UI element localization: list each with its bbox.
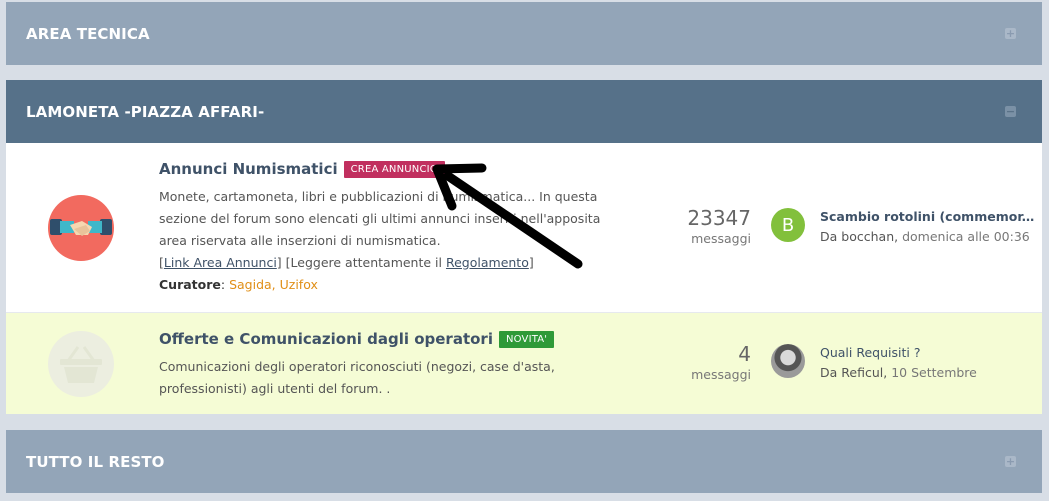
category-area-tecnica[interactable]: AREA TECNICA + [6, 2, 1042, 65]
handshake-icon [48, 195, 114, 261]
last-post-title-link[interactable]: Scambio rotolini (commemor... [820, 208, 1035, 226]
post-count-label: messaggi [691, 367, 751, 382]
post-stats: 4 messaggi [661, 342, 751, 384]
description-line: Monete, cartamoneta, libri e pubblicazio… [159, 189, 598, 204]
avatar[interactable] [771, 344, 805, 378]
novita-badge: NOVITA' [498, 330, 555, 348]
forum-title-link[interactable]: Annunci Numismatici [159, 160, 338, 178]
moderator-links[interactable]: Sagida, Uzifox [229, 277, 318, 292]
last-post-meta: Da bocchan, domenica alle 00:36 [820, 226, 1035, 248]
last-post-author-link[interactable]: bocchan, [841, 229, 898, 244]
forum-row-annunci-numismatici: Annunci Numismatici CREA ANNUNCIO Monete… [6, 143, 1042, 313]
last-post-meta: Da Reficul, 10 Settembre [820, 362, 1035, 384]
post-count: 4 [738, 342, 751, 366]
post-count-label: messaggi [691, 231, 751, 246]
forum-title-link[interactable]: Offerte e Comunicazioni dagli operatori [159, 330, 493, 348]
description-line: professionisti) agli utenti del forum. . [159, 381, 391, 396]
category-title[interactable]: TUTTO IL RESTO [26, 453, 165, 471]
last-post-date[interactable]: domenica alle 00:36 [902, 229, 1030, 244]
curatore-label: Curatore [159, 277, 221, 292]
last-post-author-link[interactable]: Reficul, [841, 365, 887, 380]
description-links: [Link Area Annunci] [Leggere attentament… [159, 255, 534, 270]
category-title[interactable]: LAMONETA -PIAZZA AFFARI- [26, 103, 264, 121]
avatar[interactable]: B [771, 208, 805, 242]
category-title[interactable]: AREA TECNICA [26, 25, 150, 43]
expand-icon[interactable]: + [1005, 456, 1016, 467]
post-count: 23347 [687, 206, 751, 230]
by-prefix: Da [820, 229, 838, 244]
forum-info: Offerte e Comunicazioni dagli operatori … [159, 330, 619, 400]
description-line: Comunicazioni degli operatori riconosciu… [159, 359, 555, 374]
description-line: area riservata alle inserzioni di numism… [159, 233, 441, 248]
leggere-text: Leggere attentamente il [290, 255, 442, 270]
category-lamoneta-piazza-affari[interactable]: LAMONETA -PIAZZA AFFARI- − [6, 80, 1042, 143]
collapse-icon[interactable]: − [1005, 106, 1016, 117]
by-prefix: Da [820, 365, 838, 380]
forum-description: Comunicazioni degli operatori riconosciu… [159, 356, 619, 400]
last-post-title-link[interactable]: Quali Requisiti ? [820, 344, 1035, 362]
forum-row-offerte-comunicazioni: Offerte e Comunicazioni dagli operatori … [6, 313, 1042, 414]
post-stats: 23347 messaggi [661, 206, 751, 248]
expand-icon[interactable]: + [1005, 28, 1016, 39]
description-line: sezione del forum sono elencati gli ulti… [159, 211, 601, 226]
forum-info: Annunci Numismatici CREA ANNUNCIO Monete… [159, 160, 619, 296]
curatore-line: Curatore: Sagida, Uzifox [159, 277, 318, 292]
basket-icon [48, 331, 114, 397]
category-tutto-il-resto[interactable]: TUTTO IL RESTO + [6, 430, 1042, 493]
forum-description: Monete, cartamoneta, libri e pubblicazio… [159, 186, 619, 274]
crea-annuncio-badge[interactable]: CREA ANNUNCIO [343, 160, 445, 178]
regolamento-link[interactable]: Regolamento [446, 255, 529, 270]
link-area-annunci[interactable]: Link Area Annunci [164, 255, 277, 270]
last-post-date[interactable]: 10 Settembre [891, 365, 977, 380]
